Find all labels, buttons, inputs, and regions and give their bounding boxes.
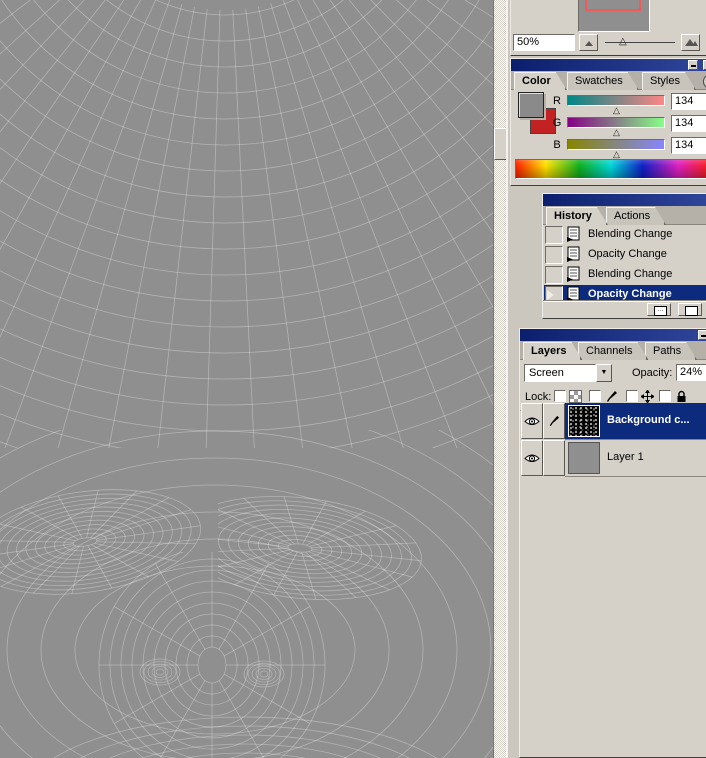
paintbrush-icon [548, 415, 560, 427]
green-value-input[interactable]: 134 [671, 115, 706, 132]
paintbrush-icon [605, 390, 618, 403]
lock-icon [675, 390, 688, 403]
document-canvas[interactable] [0, 0, 493, 758]
tab-actions[interactable]: Actions [606, 207, 666, 225]
zoom-in-icon-small [692, 41, 698, 46]
layer-body[interactable]: Layer 1 [565, 440, 706, 477]
opacity-label: Opacity: [632, 367, 672, 379]
blue-value-input[interactable]: 134 [671, 137, 706, 154]
history-item[interactable]: Blending Change [544, 225, 706, 244]
new-document-from-state-button[interactable]: … [647, 303, 671, 316]
minimize-button[interactable] [698, 330, 706, 340]
layer-name[interactable]: Background c... [607, 414, 690, 426]
history-item-label: Opacity Change [588, 288, 672, 300]
minimize-button[interactable] [688, 60, 698, 70]
current-state-pointer-icon [547, 290, 554, 300]
palette-panel: 50% △ Color Swatches Styles ▶ [506, 0, 706, 758]
blend-mode-combo[interactable]: Screen ▼ [524, 364, 612, 382]
color-spectrum-ramp[interactable] [515, 159, 706, 179]
tab-paths[interactable]: Paths [645, 342, 697, 360]
navigator-proxy-preview[interactable] [578, 0, 650, 32]
history-brush-source-well[interactable] [545, 226, 563, 244]
lock-all-checkbox[interactable] [659, 390, 671, 402]
navigator-view-box[interactable] [585, 0, 641, 11]
blue-channel-label: B [551, 139, 563, 151]
zoom-in-button[interactable] [681, 34, 700, 51]
navigator-zoom-slider[interactable] [605, 42, 675, 43]
new-snapshot-button[interactable] [678, 303, 702, 316]
blend-mode-dropdown-icon[interactable]: ▼ [596, 364, 612, 382]
navigator-palette: 50% △ [510, 0, 706, 56]
eye-icon [524, 453, 540, 464]
layer-options-row: Screen ▼ Opacity: 24% ▶ [520, 360, 706, 386]
wireframe-face-mesh [0, 0, 493, 758]
navigator-zoom-input[interactable]: 50% [513, 34, 575, 51]
tab-layers[interactable]: Layers [523, 342, 582, 360]
lock-label: Lock: [525, 391, 551, 403]
transparency-checker-icon [569, 390, 582, 403]
history-brush-source-well[interactable] [545, 266, 563, 284]
blend-mode-value[interactable]: Screen [524, 364, 596, 382]
history-item-label: Blending Change [588, 228, 672, 240]
red-channel-label: R [551, 95, 563, 107]
history-palette: History Actions Blending Change Opacity … [542, 193, 706, 319]
zoom-out-button[interactable] [579, 34, 598, 51]
tab-channels[interactable]: Channels [578, 342, 648, 360]
layers-palette: Layers Channels Paths Screen ▼ Opacity: … [519, 328, 706, 758]
new-document-icon: … [654, 306, 667, 316]
visibility-toggle[interactable] [521, 440, 543, 476]
eye-icon [524, 416, 540, 427]
history-state-icon [566, 266, 581, 285]
blue-channel-row: B △ 134 [551, 137, 706, 159]
move-icon [641, 390, 654, 403]
green-channel-label: G [551, 117, 563, 129]
zoom-out-icon [585, 41, 593, 46]
foreground-color-swatch[interactable] [518, 92, 544, 118]
history-palette-titlebar[interactable] [543, 194, 706, 206]
link-well-empty[interactable] [543, 440, 565, 476]
history-item[interactable]: Blending Change [544, 265, 706, 284]
color-palette-titlebar[interactable] [511, 59, 706, 71]
tab-swatches[interactable]: Swatches [567, 72, 639, 90]
new-snapshot-icon [685, 306, 698, 316]
visibility-toggle[interactable] [521, 403, 543, 439]
layers-palette-tabs: Layers Channels Paths [520, 341, 706, 360]
tab-history[interactable]: History [546, 207, 608, 225]
opacity-input[interactable]: 24% [676, 364, 706, 381]
layer-thumbnail[interactable] [568, 405, 600, 437]
history-state-icon [566, 246, 581, 265]
history-brush-source-well[interactable] [545, 246, 563, 264]
minimize-icon [701, 335, 706, 337]
lock-position-checkbox[interactable] [626, 390, 638, 402]
layer-row-layer1[interactable]: Layer 1 [521, 440, 706, 477]
tab-styles[interactable]: Styles [642, 72, 696, 90]
document-vertical-scrollbar[interactable] [493, 0, 507, 758]
layers-palette-titlebar[interactable] [520, 329, 706, 341]
layer-thumbnail[interactable] [568, 442, 600, 474]
layers-empty-area [521, 477, 706, 757]
red-value-input[interactable]: 134 [671, 93, 706, 110]
lock-pixels-checkbox[interactable] [589, 390, 601, 402]
color-palette-tabs: Color Swatches Styles ▶ [511, 71, 706, 90]
photoshop-workspace: 50% △ Color Swatches Styles ▶ [0, 0, 706, 758]
layer-name[interactable]: Layer 1 [607, 451, 644, 463]
layer-body[interactable]: Background c... [565, 403, 706, 440]
history-item-label: Opacity Change [588, 248, 667, 260]
history-item-label: Blending Change [588, 268, 672, 280]
layer-row-background-copy[interactable]: Background c... [521, 403, 706, 440]
history-palette-tabs: History Actions [543, 206, 706, 225]
color-palette: Color Swatches Styles ▶ R △ 134 G △ 134 … [510, 58, 706, 186]
history-state-icon [566, 226, 581, 245]
tab-color[interactable]: Color [514, 72, 567, 90]
minimize-icon [691, 65, 696, 67]
lock-transparency-checkbox[interactable] [554, 390, 566, 402]
active-layer-brush-well[interactable] [543, 403, 565, 439]
green-channel-row: G △ 134 [551, 115, 706, 137]
red-channel-row: R △ 134 [551, 93, 706, 115]
history-palette-footer: … [543, 300, 706, 318]
history-item[interactable]: Opacity Change [544, 245, 706, 264]
zoom-slider-thumb[interactable]: △ [619, 36, 627, 48]
